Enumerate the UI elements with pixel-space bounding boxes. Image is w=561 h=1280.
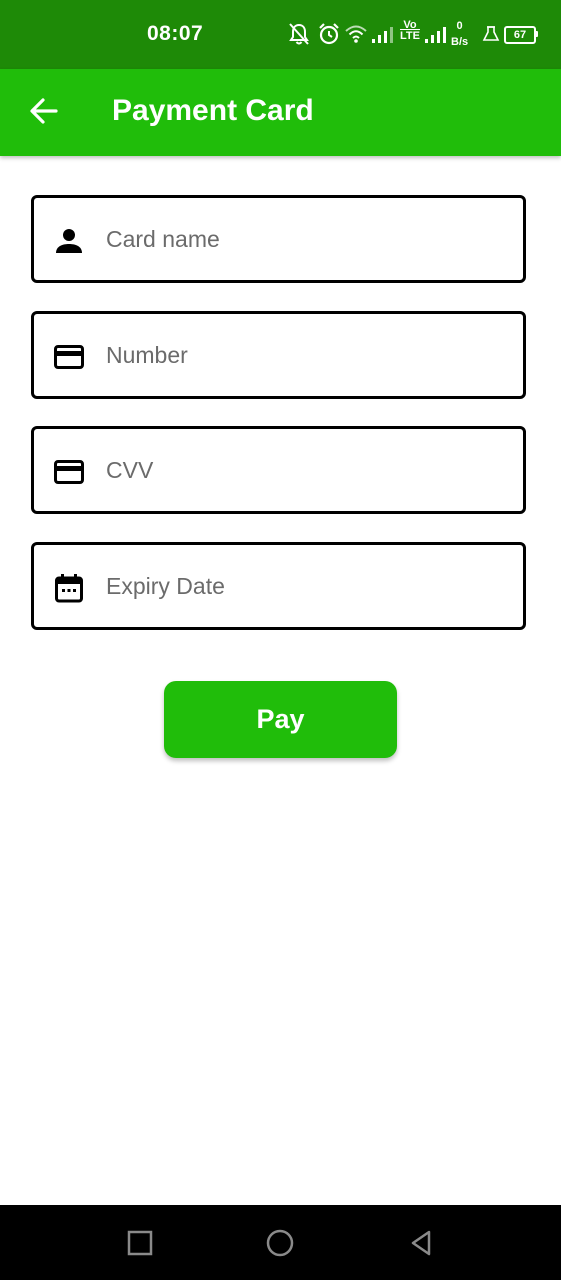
signal-icon bbox=[425, 27, 446, 43]
expiry-date-input[interactable] bbox=[106, 545, 506, 627]
recents-square-icon[interactable] bbox=[124, 1227, 156, 1259]
battery-tip bbox=[535, 31, 538, 37]
wifi-icon bbox=[345, 25, 367, 43]
cvv-input[interactable] bbox=[106, 429, 506, 511]
signal-icon bbox=[372, 27, 393, 43]
card-number-input[interactable] bbox=[106, 314, 506, 396]
status-icons: Vo LTE 0 B/s 67 bbox=[288, 18, 548, 54]
calendar-icon bbox=[55, 574, 83, 603]
status-time: 08:07 bbox=[147, 22, 204, 45]
net-speed: 0 B/s bbox=[451, 20, 468, 48]
card-name-field[interactable] bbox=[31, 195, 526, 283]
navigation-bar bbox=[0, 1205, 561, 1280]
data-saver-icon bbox=[482, 26, 500, 41]
expiry-date-field[interactable] bbox=[31, 542, 526, 630]
card-number-field[interactable] bbox=[31, 311, 526, 399]
arrow-back-icon[interactable] bbox=[26, 93, 62, 129]
person-icon bbox=[56, 229, 82, 253]
page-title: Payment Card bbox=[112, 94, 314, 127]
home-circle-icon[interactable] bbox=[264, 1227, 296, 1259]
app-bar: Payment Card bbox=[0, 69, 561, 156]
credit-card-icon bbox=[54, 460, 84, 484]
net-speed-value: 0 bbox=[456, 20, 463, 32]
battery-icon: 67 bbox=[504, 26, 536, 44]
pay-button[interactable]: Pay bbox=[164, 681, 397, 758]
network-type: Vo LTE bbox=[400, 20, 420, 42]
alarm-icon bbox=[319, 23, 339, 45]
back-triangle-icon[interactable] bbox=[405, 1227, 437, 1259]
cvv-field[interactable] bbox=[31, 426, 526, 514]
status-bar: 08:07 Vo LTE 0 B/s 67 bbox=[0, 0, 561, 69]
net-speed-unit: B/s bbox=[451, 36, 469, 48]
credit-card-icon bbox=[54, 345, 84, 369]
card-name-input[interactable] bbox=[106, 198, 506, 280]
mute-notifications-icon bbox=[289, 23, 309, 45]
network-type-lte: LTE bbox=[400, 30, 420, 42]
